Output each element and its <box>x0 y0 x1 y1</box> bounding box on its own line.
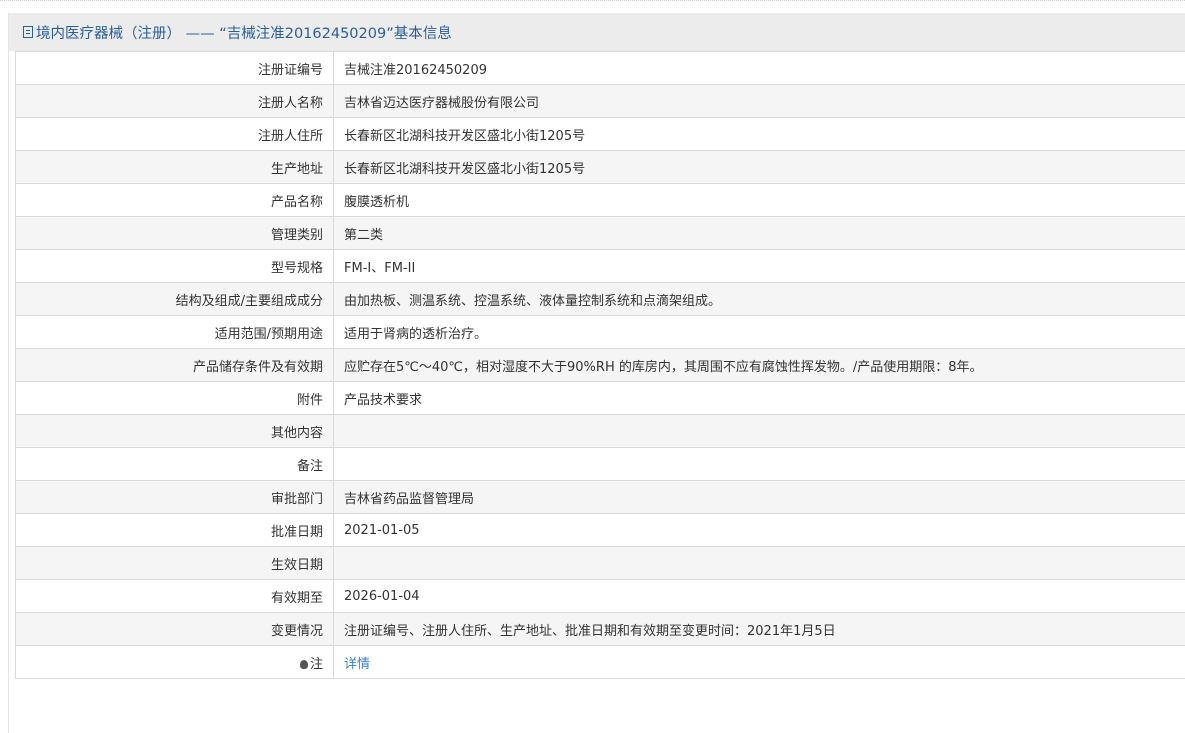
field-label: 注册人住所 <box>16 118 334 151</box>
field-label: 注册证编号 <box>16 52 334 85</box>
table-row: 注册人名称吉林省迈达医疗器械股份有限公司 <box>16 85 1185 118</box>
document-icon <box>23 26 33 38</box>
field-label: 批准日期 <box>16 514 334 547</box>
field-value <box>334 448 1185 481</box>
table-row: 型号规格FM-I、FM-II <box>16 250 1185 283</box>
field-value <box>334 547 1185 580</box>
field-value: 由加热板、测温系统、控温系统、液体量控制系统和点滴架组成。 <box>334 283 1185 316</box>
field-label: 生产地址 <box>16 151 334 184</box>
field-label: 适用范围/预期用途 <box>16 316 334 349</box>
details-link[interactable]: 详情 <box>344 657 370 672</box>
table-row: 批准日期2021-01-05 <box>16 514 1185 547</box>
table-row: 结构及组成/主要组成成分由加热板、测温系统、控温系统、液体量控制系统和点滴架组成… <box>16 283 1185 316</box>
field-label: 产品储存条件及有效期 <box>16 349 334 382</box>
field-value: 长春新区北湖科技开发区盛北小街1205号 <box>334 151 1185 184</box>
table-row: 生产地址长春新区北湖科技开发区盛北小街1205号 <box>16 151 1185 184</box>
field-label: 产品名称 <box>16 184 334 217</box>
field-label: 生效日期 <box>16 547 334 580</box>
table-row: 审批部门吉林省药品监督管理局 <box>16 481 1185 514</box>
field-label: 型号规格 <box>16 250 334 283</box>
table-row-note: 注 详情 <box>16 646 1185 679</box>
field-label: 管理类别 <box>16 217 334 250</box>
table-row: 产品名称腹膜透析机 <box>16 184 1185 217</box>
field-label: 有效期至 <box>16 580 334 613</box>
field-value: 腹膜透析机 <box>334 184 1185 217</box>
field-value: 吉械注准20162450209 <box>334 52 1185 85</box>
field-value: 应贮存在5℃～40℃，相对湿度不大于90%RH 的库房内，其周围不应有腐蚀性挥发… <box>334 349 1185 382</box>
note-label-text: 注 <box>310 657 323 672</box>
table-row: 生效日期 <box>16 547 1185 580</box>
page-title: 境内医疗器械（注册） —— “吉械注准20162450209”基本信息 <box>36 22 452 43</box>
note-label: 注 <box>16 646 334 679</box>
field-value: 产品技术要求 <box>334 382 1185 415</box>
table-row: 产品储存条件及有效期应贮存在5℃～40℃，相对湿度不大于90%RH 的库房内，其… <box>16 349 1185 382</box>
info-table: 注册证编号吉械注准20162450209注册人名称吉林省迈达医疗器械股份有限公司… <box>15 51 1185 679</box>
field-label: 审批部门 <box>16 481 334 514</box>
field-label: 变更情况 <box>16 613 334 646</box>
field-value: 适用于肾病的透析治疗。 <box>334 316 1185 349</box>
field-label: 附件 <box>16 382 334 415</box>
field-value: 2021-01-05 <box>334 514 1185 547</box>
field-label: 注册人名称 <box>16 85 334 118</box>
table-row: 附件产品技术要求 <box>16 382 1185 415</box>
field-value: 吉林省药品监督管理局 <box>334 481 1185 514</box>
field-label: 备注 <box>16 448 334 481</box>
field-value: 2026-01-04 <box>334 580 1185 613</box>
table-row: 变更情况注册证编号、注册人住所、生产地址、批准日期和有效期至变更时间：2021年… <box>16 613 1185 646</box>
table-row: 备注 <box>16 448 1185 481</box>
table-row: 适用范围/预期用途适用于肾病的透析治疗。 <box>16 316 1185 349</box>
table-row: 有效期至2026-01-04 <box>16 580 1185 613</box>
field-value: 注册证编号、注册人住所、生产地址、批准日期和有效期至变更时间：2021年1月5日 <box>334 613 1185 646</box>
field-value: 第二类 <box>334 217 1185 250</box>
field-value <box>334 415 1185 448</box>
panel-header: 境内医疗器械（注册） —— “吉械注准20162450209”基本信息 <box>9 13 1185 51</box>
note-value: 详情 <box>334 646 1185 679</box>
field-value: 吉林省迈达医疗器械股份有限公司 <box>334 85 1185 118</box>
field-value: 长春新区北湖科技开发区盛北小街1205号 <box>334 118 1185 151</box>
table-row: 注册人住所长春新区北湖科技开发区盛北小街1205号 <box>16 118 1185 151</box>
field-label: 其他内容 <box>16 415 334 448</box>
lightbulb-icon <box>300 660 308 669</box>
table-row: 注册证编号吉械注准20162450209 <box>16 52 1185 85</box>
field-value: FM-I、FM-II <box>334 250 1185 283</box>
top-divider <box>0 0 1185 1</box>
field-label: 结构及组成/主要组成成分 <box>16 283 334 316</box>
table-row: 管理类别第二类 <box>16 217 1185 250</box>
table-row: 其他内容 <box>16 415 1185 448</box>
